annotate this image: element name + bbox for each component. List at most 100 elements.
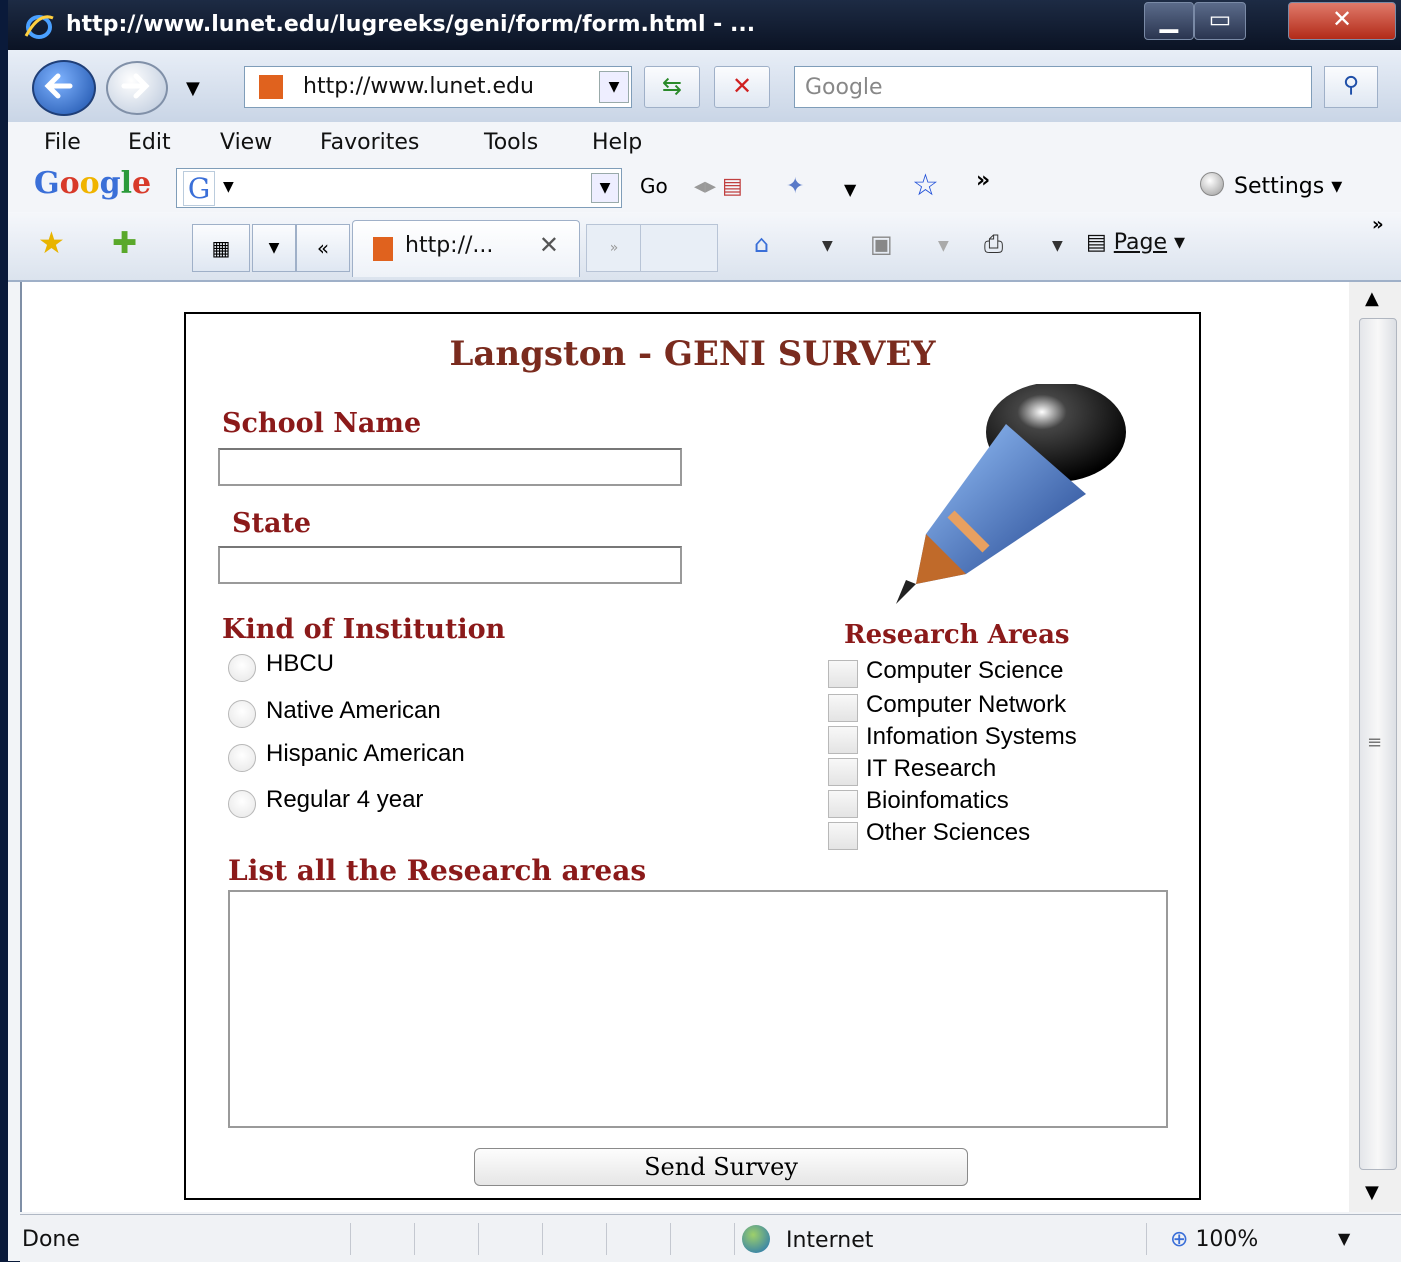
google-g-dropdown-icon[interactable]: ▼ bbox=[223, 179, 234, 195]
history-dropdown-icon[interactable]: ▼ bbox=[186, 78, 200, 99]
scroll-grip-icon: ≡ bbox=[1367, 732, 1383, 753]
new-tab-button[interactable] bbox=[640, 224, 718, 272]
menu-tools[interactable]: Tools bbox=[484, 130, 538, 155]
zoom-dropdown-icon[interactable]: ▼ bbox=[1338, 1229, 1350, 1248]
window-title: http://www.lunet.edu/lugreeks/geni/form/… bbox=[66, 12, 756, 37]
tab-scroll-forward-button[interactable]: » bbox=[586, 224, 642, 272]
checkbox-label-computer-science: Computer Science bbox=[866, 657, 1064, 684]
toolbar-chevron-icon[interactable]: » bbox=[1372, 214, 1384, 235]
send-survey-button[interactable]: Send Survey bbox=[474, 1148, 968, 1186]
stop-button[interactable]: ✕ bbox=[714, 66, 770, 108]
pencil-logo-icon bbox=[896, 384, 1126, 604]
forward-arrow-icon bbox=[121, 73, 150, 99]
checkbox-label-computer-network: Computer Network bbox=[866, 691, 1067, 718]
google-logo: Google bbox=[34, 166, 152, 201]
page-icon bbox=[259, 75, 283, 99]
status-text: Done bbox=[22, 1227, 80, 1252]
puzzle-dropdown-icon[interactable]: ▼ bbox=[844, 180, 856, 199]
state-input[interactable] bbox=[218, 546, 682, 584]
address-toolbar: ▼ http://www.lunet.edu ▼ ⇆ ✕ Google ⚲ bbox=[8, 50, 1401, 122]
tab-close-icon[interactable]: ✕ bbox=[539, 231, 559, 259]
feeds-icon[interactable]: ▣ bbox=[870, 230, 893, 258]
zoom-level[interactable]: ⊕ 100% bbox=[1170, 1227, 1258, 1252]
survey-form: Langston - GENI SURVEY School Name State… bbox=[184, 312, 1201, 1200]
menu-bar: File Edit View Favorites Tools Help bbox=[8, 122, 1401, 164]
menu-favorites[interactable]: Favorites bbox=[320, 130, 419, 155]
scroll-up-icon[interactable]: ▲ bbox=[1365, 288, 1379, 309]
radio-label-hbcu: HBCU bbox=[266, 650, 335, 677]
research-list-textarea[interactable] bbox=[228, 890, 1168, 1128]
checkbox-bioinformatics[interactable] bbox=[828, 790, 858, 818]
page-menu-button[interactable]: ▤ Page ▾ bbox=[1086, 230, 1185, 255]
checkbox-label-bioinformatics: Bioinfomatics bbox=[866, 787, 1009, 814]
menu-file[interactable]: File bbox=[44, 130, 81, 155]
checkbox-label-other-sciences: Other Sciences bbox=[866, 819, 1031, 846]
zoom-icon: ⊕ bbox=[1170, 1227, 1189, 1252]
google-search-dropdown-icon[interactable]: ▼ bbox=[591, 173, 619, 203]
institution-label: Kind of Institution bbox=[222, 614, 506, 645]
print-dropdown-icon[interactable]: ▼ bbox=[1052, 238, 1063, 254]
school-name-input[interactable] bbox=[218, 448, 682, 486]
search-placeholder: Google bbox=[805, 75, 883, 100]
feeds-dropdown-icon[interactable]: ▼ bbox=[938, 238, 949, 254]
tab-active[interactable]: http://... ✕ bbox=[352, 220, 580, 277]
minimize-button[interactable]: ▁ bbox=[1144, 2, 1194, 40]
checkbox-computer-science[interactable] bbox=[828, 660, 858, 688]
radio-hbcu[interactable] bbox=[228, 654, 256, 682]
quick-tabs-icon[interactable]: ▦ bbox=[192, 224, 250, 272]
google-search-input[interactable]: G ▼ ▼ bbox=[176, 168, 622, 208]
bookmarks-icon[interactable]: ▤ bbox=[722, 174, 743, 199]
home-icon[interactable]: ⌂ bbox=[754, 230, 769, 258]
scroll-down-icon[interactable]: ▼ bbox=[1365, 1182, 1379, 1203]
back-button[interactable] bbox=[32, 60, 96, 116]
refresh-button[interactable]: ⇆ bbox=[644, 66, 700, 108]
security-zone[interactable]: Internet bbox=[742, 1225, 873, 1253]
globe-icon bbox=[742, 1225, 770, 1253]
form-title: Langston - GENI SURVEY bbox=[449, 334, 936, 374]
radio-label-regular-4-year: Regular 4 year bbox=[266, 786, 424, 813]
add-favorite-icon[interactable]: ✚ bbox=[112, 226, 137, 261]
tab-label: http://... bbox=[405, 233, 494, 258]
status-bar: Done Internet ⊕ 100% ▼ bbox=[20, 1214, 1401, 1262]
tab-list-dropdown-icon[interactable]: ▼ bbox=[252, 224, 296, 272]
nav-arrows-icon[interactable]: ◂▸ bbox=[694, 174, 716, 199]
search-icon[interactable]: ⚲ bbox=[1324, 66, 1378, 108]
google-g-icon[interactable]: G bbox=[183, 171, 215, 206]
back-arrow-icon bbox=[44, 73, 73, 99]
radio-label-native-american: Native American bbox=[266, 697, 441, 724]
address-url[interactable]: http://www.lunet.edu bbox=[303, 74, 585, 99]
puzzle-icon[interactable]: ✦ bbox=[786, 174, 804, 199]
menu-view[interactable]: View bbox=[220, 130, 272, 155]
checkbox-label-it-research: IT Research bbox=[866, 755, 997, 782]
vertical-scrollbar[interactable]: ▲ ≡ ▼ bbox=[1349, 282, 1401, 1212]
favorites-star-icon[interactable]: ★ bbox=[38, 226, 65, 261]
star-icon[interactable]: ☆ bbox=[912, 168, 939, 203]
menu-help[interactable]: Help bbox=[592, 130, 642, 155]
page-content: Langston - GENI SURVEY School Name State… bbox=[20, 282, 1351, 1212]
maximize-button[interactable]: ▭ bbox=[1194, 2, 1246, 40]
home-dropdown-icon[interactable]: ▼ bbox=[822, 238, 833, 254]
address-dropdown-icon[interactable]: ▼ bbox=[599, 71, 629, 103]
checkbox-computer-network[interactable] bbox=[828, 694, 858, 722]
menu-edit[interactable]: Edit bbox=[128, 130, 171, 155]
google-go-button[interactable]: Go bbox=[640, 174, 668, 198]
title-bar: http://www.lunet.edu/lugreeks/geni/form/… bbox=[8, 0, 1401, 50]
checkbox-it-research[interactable] bbox=[828, 758, 858, 786]
search-input[interactable]: Google bbox=[794, 66, 1312, 108]
radio-regular-4-year[interactable] bbox=[228, 790, 256, 818]
checkbox-label-information-systems: Infomation Systems bbox=[866, 723, 1077, 750]
more-tools-icon[interactable]: » bbox=[976, 168, 990, 193]
close-button[interactable]: ✕ bbox=[1288, 2, 1396, 40]
settings-icon bbox=[1200, 172, 1224, 196]
radio-label-hispanic-american: Hispanic American bbox=[266, 740, 465, 767]
address-bar[interactable]: http://www.lunet.edu ▼ bbox=[244, 66, 632, 108]
checkbox-other-sciences[interactable] bbox=[828, 822, 858, 850]
print-icon[interactable]: ⎙ bbox=[984, 230, 1003, 258]
tab-scroll-back-button[interactable]: « bbox=[296, 224, 350, 272]
radio-hispanic-american[interactable] bbox=[228, 744, 256, 772]
forward-button[interactable] bbox=[106, 61, 168, 115]
settings-button[interactable]: Settings ▾ bbox=[1200, 172, 1342, 199]
checkbox-information-systems[interactable] bbox=[828, 726, 858, 754]
radio-native-american[interactable] bbox=[228, 700, 256, 728]
research-list-label: List all the Research areas bbox=[228, 854, 647, 887]
